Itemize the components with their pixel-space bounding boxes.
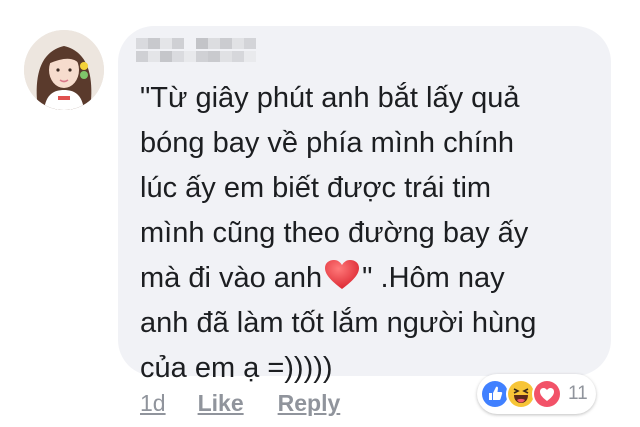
love-reaction-icon [532, 379, 562, 409]
timestamp-link[interactable]: 1d [140, 390, 166, 417]
comment-text: "Từ giây phút anh bắt lấy quả bóng bay v… [140, 76, 600, 391]
avatar[interactable] [24, 30, 104, 110]
author-name-blurred[interactable] [136, 38, 260, 64]
comment-actions: 1d Like Reply [140, 390, 340, 417]
comment-page: "Từ giây phút anh bắt lấy quả bóng bay v… [0, 0, 640, 427]
avatar-image [24, 30, 104, 110]
reactions-summary[interactable]: 11 [477, 374, 596, 414]
heart-icon [324, 259, 360, 291]
reaction-count: 11 [568, 383, 588, 404]
like-button[interactable]: Like [198, 390, 244, 417]
reply-button[interactable]: Reply [278, 390, 341, 417]
